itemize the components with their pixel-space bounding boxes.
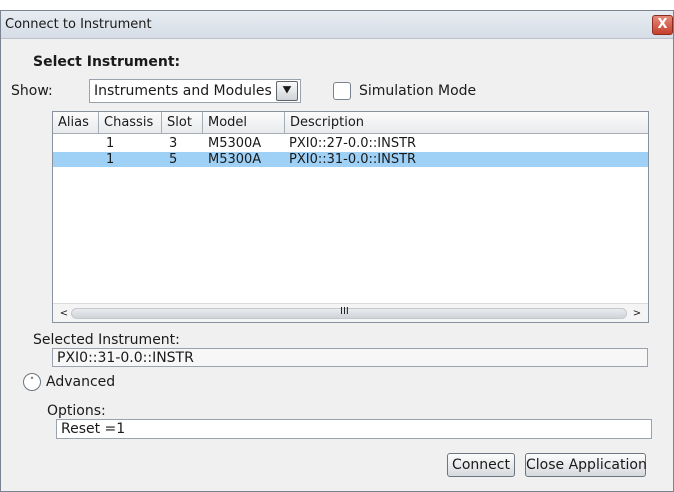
column-header-chassis[interactable]: Chassis — [99, 112, 162, 134]
options-value: Reset =1 — [61, 421, 126, 437]
window-title: Connect to Instrument — [5, 17, 152, 32]
column-header-alias[interactable]: Alias — [53, 112, 99, 134]
cell-description: PXI0::31-0.0::INSTR — [289, 152, 417, 167]
selected-instrument-value: PXI0::31-0.0::INSTR — [57, 350, 194, 366]
selected-instrument-label: Selected Instrument: — [33, 332, 180, 348]
select-instrument-heading: Select Instrument: — [33, 54, 181, 70]
scroll-left-icon[interactable]: < — [56, 306, 72, 321]
cell-slot: 3 — [169, 136, 178, 151]
scroll-right-icon[interactable]: > — [629, 306, 645, 321]
column-header-model[interactable]: Model — [203, 112, 285, 134]
connect-dialog: Connect to Instrument X Select Instrumen… — [0, 10, 674, 492]
title-bar: Connect to Instrument X — [1, 11, 673, 39]
options-label: Options: — [47, 403, 106, 419]
cell-description: PXI0::27-0.0::INSTR — [289, 136, 417, 151]
scroll-thumb[interactable]: III — [71, 306, 627, 319]
show-dropdown[interactable]: Instruments and Modules ⯆ — [89, 79, 301, 103]
selected-instrument-field[interactable]: PXI0::31-0.0::INSTR — [52, 348, 648, 367]
simulation-mode-label: Simulation Mode — [359, 83, 477, 99]
show-label: Show: — [11, 83, 53, 99]
table-row-selected[interactable]: 1 5 M5300A PXI0::31-0.0::INSTR — [53, 152, 648, 167]
cell-chassis: 1 — [106, 136, 115, 151]
chevron-up-circle-icon[interactable]: ˄ — [23, 373, 41, 391]
close-icon[interactable]: X — [652, 15, 673, 35]
advanced-label[interactable]: Advanced — [46, 374, 115, 390]
column-header-description[interactable]: Description — [285, 112, 648, 134]
horizontal-scrollbar[interactable]: < III > — [53, 303, 648, 322]
connect-button[interactable]: Connect — [447, 453, 515, 477]
cell-chassis: 1 — [106, 152, 115, 167]
scroll-grip-icon: III — [340, 306, 349, 317]
grid-header: Alias Chassis Slot Model Description — [53, 112, 648, 134]
options-input[interactable]: Reset =1 — [56, 419, 652, 439]
cell-model: M5300A — [208, 136, 262, 151]
show-dropdown-value: Instruments and Modules — [94, 83, 272, 99]
close-application-button[interactable]: Close Application — [525, 453, 647, 477]
cell-model: M5300A — [208, 152, 262, 167]
table-row[interactable]: 1 3 M5300A PXI0::27-0.0::INSTR — [53, 136, 648, 151]
cell-slot: 5 — [169, 152, 178, 167]
simulation-mode-checkbox[interactable] — [333, 82, 351, 100]
instrument-grid: Alias Chassis Slot Model Description 1 3… — [52, 111, 649, 323]
chevron-down-icon[interactable]: ⯆ — [276, 81, 298, 101]
column-header-slot[interactable]: Slot — [162, 112, 203, 134]
